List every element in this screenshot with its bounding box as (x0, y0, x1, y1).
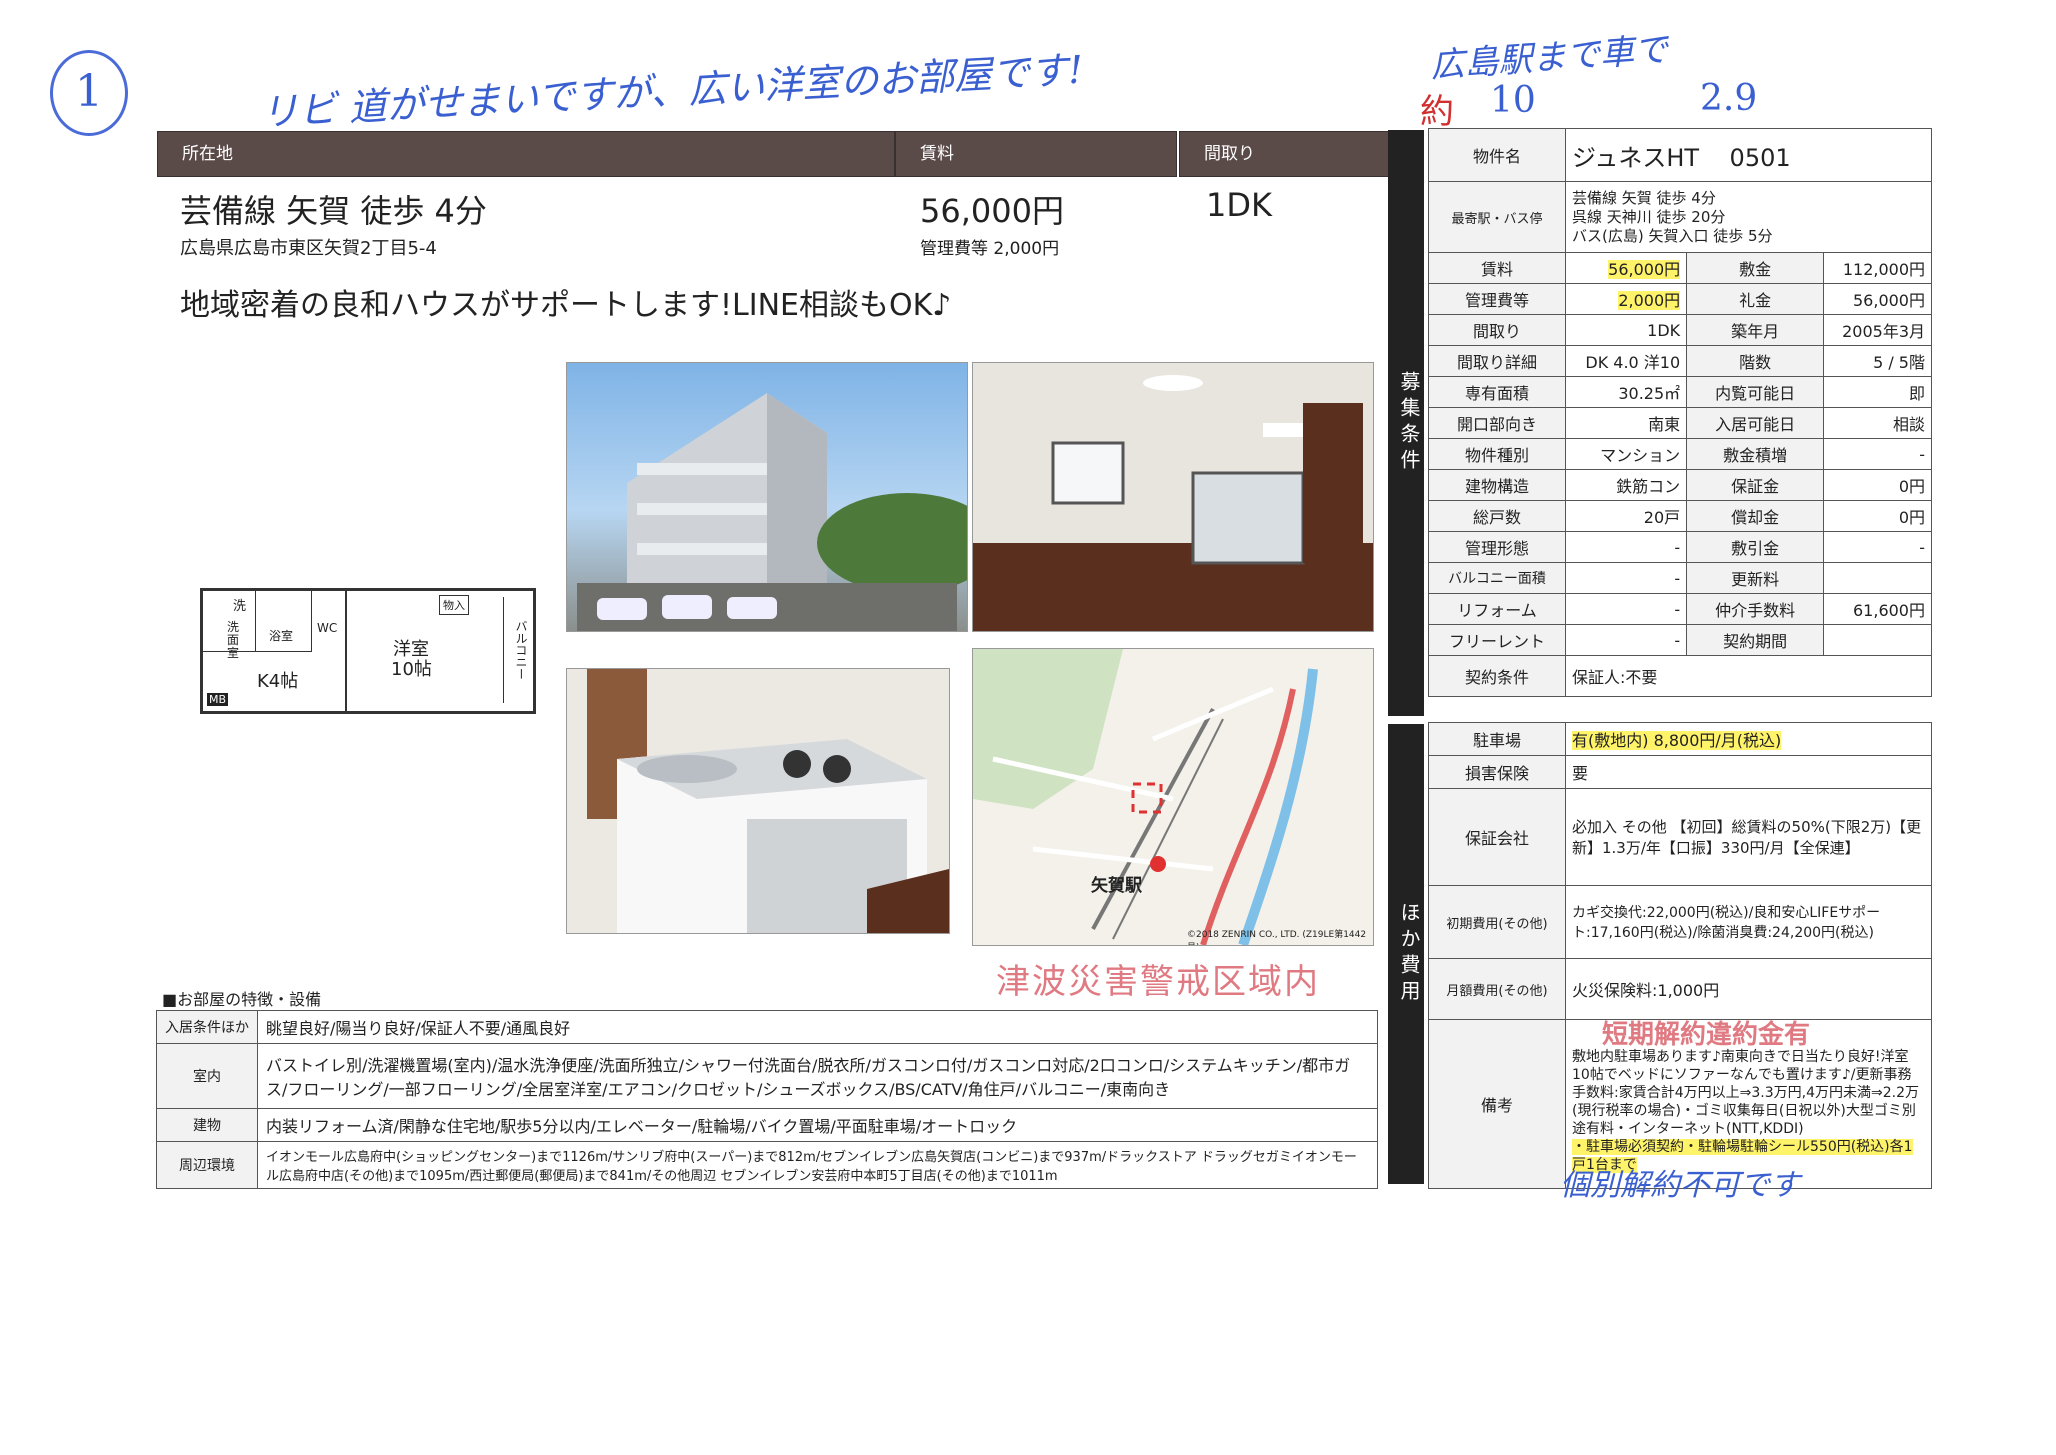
features-table: 入居条件ほか 眺望良好/陽当り良好/保証人不要/通風良好 室内 バストイレ別/洗濯機… (156, 1010, 1378, 1189)
kitchen-photo (566, 668, 950, 934)
feature-row-conditions: 入居条件ほか 眺望良好/陽当り良好/保証人不要/通風良好 (156, 1010, 1378, 1044)
features-title: ■お部屋の特徴・設備 (162, 990, 322, 1009)
layout-text: 1DK (1206, 186, 1272, 224)
header-rent: 賃料 (896, 132, 1176, 176)
cond-row: 間取り 1DK 築年月 2005年3月 (1428, 314, 1932, 346)
cond-row: 物件種別 マンション 敷金積増 - (1428, 438, 1932, 470)
station-row: 最寄駅・バス停 芸備線 矢賀 徒歩 4分 呉線 天神川 徒歩 20分 バス(広島… (1428, 181, 1932, 253)
room-photo (972, 362, 1374, 632)
property-name: ジュネスHT (1572, 143, 1700, 172)
circle-mark: 1 (50, 50, 128, 136)
fp-bath: 浴室 (269, 629, 294, 643)
handwritten-num2: 2.9 (1700, 78, 1758, 119)
insurance-row: 損害保険要 (1428, 755, 1932, 789)
room-image (973, 375, 1373, 631)
station-line-2: 呉線 天神川 徒歩 20分 (1572, 207, 1726, 226)
header-layout: 間取り (1180, 132, 1396, 176)
station-line-3: バス(広島) 矢賀入口 徒歩 5分 (1572, 226, 1773, 245)
station-line-1: 芸備線 矢賀 徒歩 4分 (1572, 188, 1716, 207)
cond-row: 専有面積 30.25㎡ 内覧可能日即 (1428, 376, 1932, 408)
initial-cost-row: 初期費用(その他) カギ交換代:22,000円(税込)/良和安心LIFEサポート:… (1428, 885, 1932, 959)
room-number: 0501 (1729, 143, 1791, 172)
sidebar-recruit: 募集条件 (1388, 130, 1424, 716)
handwritten-memo-right: 広島駅まで車で (1429, 29, 1670, 87)
access-text: 芸備線 矢賀 徒歩 4分 (180, 192, 487, 230)
mgmt-fee-text: 管理費等 2,000円 (920, 239, 1060, 259)
cond-row: 建物構造 鉄筋コン 保証金 0円 (1428, 469, 1932, 501)
other-costs-table: 駐車場 有(敷地内) 8,800円/月(税込) 損害保険要 保証会社 必加入 その他… (1428, 722, 1932, 1189)
cond-row: 管理費等 2,000円 礼金 56,000円 (1428, 283, 1932, 315)
header-address: 所在地 (158, 132, 894, 176)
cond-row: 賃料 56,000円 敷金 112,000円 (1428, 252, 1932, 284)
conditions-table: 物件名 ジュネスHT 0501 最寄駅・バス停 芸備線 矢賀 徒歩 4分 呉線 … (1428, 128, 1932, 697)
cond-row: 間取り詳細 DK 4.0 洋10 階数 5 / 5階 (1428, 345, 1932, 377)
fp-wash: 洗 (233, 599, 247, 614)
building-image (577, 393, 967, 631)
fp-storage: 物入 (439, 595, 469, 615)
handwritten-memo-top: リビ 道がせまいですが、広い洋室のお部屋です! (259, 47, 1085, 135)
fp-mb: MB (207, 693, 229, 706)
remarks-text: 敷地内駐車場あります♪南東向きで日当たり良好!洋室10帖でベッドにソファーなんで… (1572, 1049, 1919, 1137)
cond-row: 総戸数 20戸 償却金 0円 (1428, 500, 1932, 532)
address-text: 広島県広島市東区矢賀2丁目5-4 (180, 238, 437, 259)
cond-row: 開口部向き 南東 入居可能日 相談 (1428, 407, 1932, 439)
contract-row: 契約条件 保証人:不要 (1428, 655, 1932, 697)
area-map: 矢賀駅 ©2018 ZENRIN CO., LTD. (Z19LE第1442号) (972, 648, 1374, 946)
guarantor-row: 保証会社 必加入 その他 【初回】総賃料の50%(下限2万)【更新】1.3万/年【… (1428, 788, 1932, 886)
cond-row: 管理形態 - 敷引金 - (1428, 531, 1932, 563)
property-name-row: 物件名 ジュネスHT 0501 (1428, 128, 1932, 182)
monthly-cost-row: 月額費用(その他) 火災保険料:1,000円 (1428, 958, 1932, 1020)
rent-text: 56,000円 (920, 192, 1064, 230)
fp-wc: WC (317, 621, 338, 635)
map-copyright: ©2018 ZENRIN CO., LTD. (Z19LE第1442号) (1187, 930, 1367, 945)
parking-row: 駐車場 有(敷地内) 8,800円/月(税込) (1428, 722, 1932, 756)
handwritten-bottom-note: 個別解約不可です (1560, 1168, 1800, 1203)
fp-washroom: 洗面室 (227, 620, 240, 660)
cond-row: リフォーム - 仲介手数料 61,600円 (1428, 593, 1932, 625)
feature-row-surroundings: 周辺環境 イオンモール広島府中(ショッピングセンター)まで1126m/サンリブ府中… (156, 1141, 1378, 1189)
floor-plan: 洗 洗面室 浴室 WC K4帖 MB 洋室 10帖 物入 バルコニー (200, 588, 536, 714)
feature-row-building: 建物 内装リフォーム済/閑静な住宅地/駅歩5分以内/エレベーター/駐輪場/バイク置… (156, 1108, 1378, 1142)
catch-copy: 地域密着の良和ハウスがサポートします!LINE相談もOK♪ (180, 288, 952, 323)
kitchen-image (587, 669, 949, 933)
tsunami-stamp: 津波災害警戒区域内 (996, 962, 1320, 1002)
remarks-stamp: 短期解約違約金有 (1602, 1020, 1811, 1050)
fp-balcony: バルコニー (503, 597, 530, 703)
feature-row-interior: 室内 バストイレ別/洗濯機置場(室内)/温水洗浄便座/洗面所独立/シャワー付洗面台… (156, 1043, 1378, 1109)
sidebar-other-costs: ほか費用 (1388, 724, 1424, 1184)
fp-kitchen: K4帖 (257, 671, 299, 692)
map-station-label: 矢賀駅 (1091, 876, 1142, 896)
fp-western-size: 10帖 (391, 659, 432, 680)
handwritten-approx: 約 (1420, 92, 1454, 132)
cond-row: バルコニー面積 - 更新料 (1428, 562, 1932, 594)
building-photo (566, 362, 968, 632)
map-image (973, 649, 1318, 945)
handwritten-num1: 10 (1490, 80, 1536, 121)
cond-row: フリーレント - 契約期間 (1428, 624, 1932, 656)
